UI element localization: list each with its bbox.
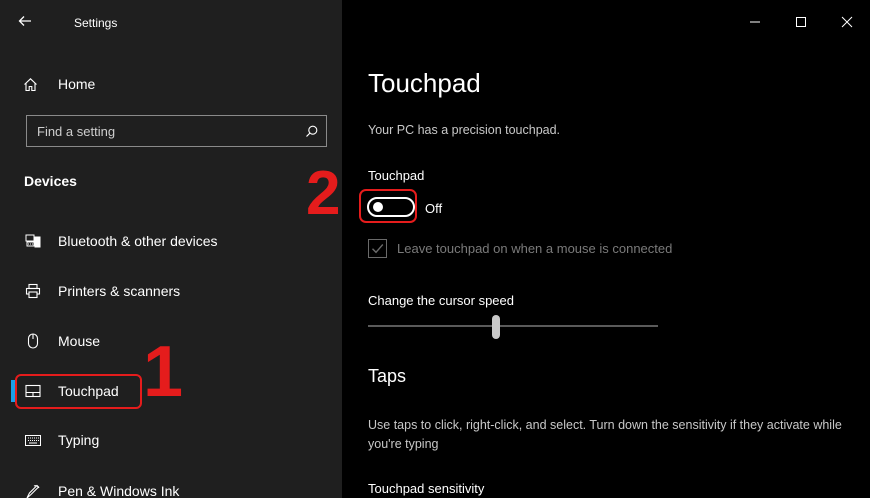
taps-heading: Taps	[368, 366, 407, 386]
search-input[interactable]	[27, 123, 296, 139]
app-title: Settings	[74, 16, 118, 30]
close-button[interactable]	[824, 0, 870, 44]
search-box[interactable]	[26, 115, 327, 147]
back-button[interactable]	[14, 10, 36, 32]
precision-touchpad-text: Your PC has a precision touchpad.	[368, 123, 561, 137]
minimize-button[interactable]	[732, 0, 778, 44]
sidebar: Settings Home Devices Blu	[0, 0, 342, 498]
window-controls	[732, 0, 870, 44]
sidebar-item-pen[interactable]: Pen & Windows Ink	[0, 471, 342, 498]
home-icon	[22, 76, 38, 92]
sidebar-item-bluetooth[interactable]: Bluetooth & other devices	[0, 221, 342, 261]
step-1-annotation: 1	[143, 332, 184, 412]
arrow-left-icon	[18, 16, 31, 26]
toggle-knob	[373, 202, 383, 212]
touchpad-sensitivity-label: Touchpad sensitivity	[368, 481, 485, 496]
sidebar-item-label: Printers & scanners	[58, 283, 181, 299]
close-icon	[841, 16, 853, 28]
touchpad-toggle-caption: Touchpad	[368, 168, 425, 183]
leave-on-checkbox[interactable]	[368, 239, 387, 258]
touchpad-icon	[24, 382, 42, 400]
leave-on-label: Leave touchpad on when a mouse is connec…	[397, 241, 673, 256]
sidebar-item-label: Pen & Windows Ink	[58, 483, 180, 498]
home-nav-item[interactable]: Home	[22, 72, 95, 96]
mouse-icon	[24, 332, 42, 350]
sidebar-item-typing[interactable]: Typing	[0, 420, 342, 460]
checkmark-icon	[372, 244, 384, 254]
taps-description: Use taps to click, right-click, and sele…	[368, 418, 842, 451]
maximize-icon	[796, 17, 806, 27]
title-bar: Settings	[0, 0, 342, 44]
slider-track-fill	[368, 325, 492, 327]
toggle-state-text: Off	[425, 201, 443, 216]
sidebar-item-label: Mouse	[58, 333, 101, 349]
section-title: Devices	[24, 173, 77, 189]
slider-track-rest	[500, 325, 658, 327]
page-title: Touchpad	[368, 68, 481, 98]
minimize-icon	[750, 21, 760, 23]
sidebar-item-label: Bluetooth & other devices	[58, 233, 218, 249]
sidebar-item-printers[interactable]: Printers & scanners	[0, 271, 342, 311]
touchpad-toggle[interactable]	[367, 197, 415, 217]
cursor-speed-slider[interactable]	[368, 315, 658, 339]
main-panel: Touchpad Your PC has a precision touchpa…	[306, 0, 870, 498]
printer-icon	[24, 282, 42, 300]
step-2-annotation: 2	[306, 159, 341, 228]
maximize-button[interactable]	[778, 0, 824, 44]
leave-on-row: Leave touchpad on when a mouse is connec…	[368, 239, 672, 258]
search-icon[interactable]	[296, 116, 326, 146]
pen-icon	[24, 482, 42, 498]
slider-thumb[interactable]	[492, 315, 500, 339]
bluetooth-devices-icon	[24, 232, 42, 250]
home-label: Home	[58, 76, 96, 92]
sidebar-item-label: Typing	[58, 432, 100, 448]
cursor-speed-label: Change the cursor speed	[368, 293, 514, 308]
sidebar-item-label: Touchpad	[58, 383, 119, 399]
keyboard-icon	[24, 431, 42, 449]
